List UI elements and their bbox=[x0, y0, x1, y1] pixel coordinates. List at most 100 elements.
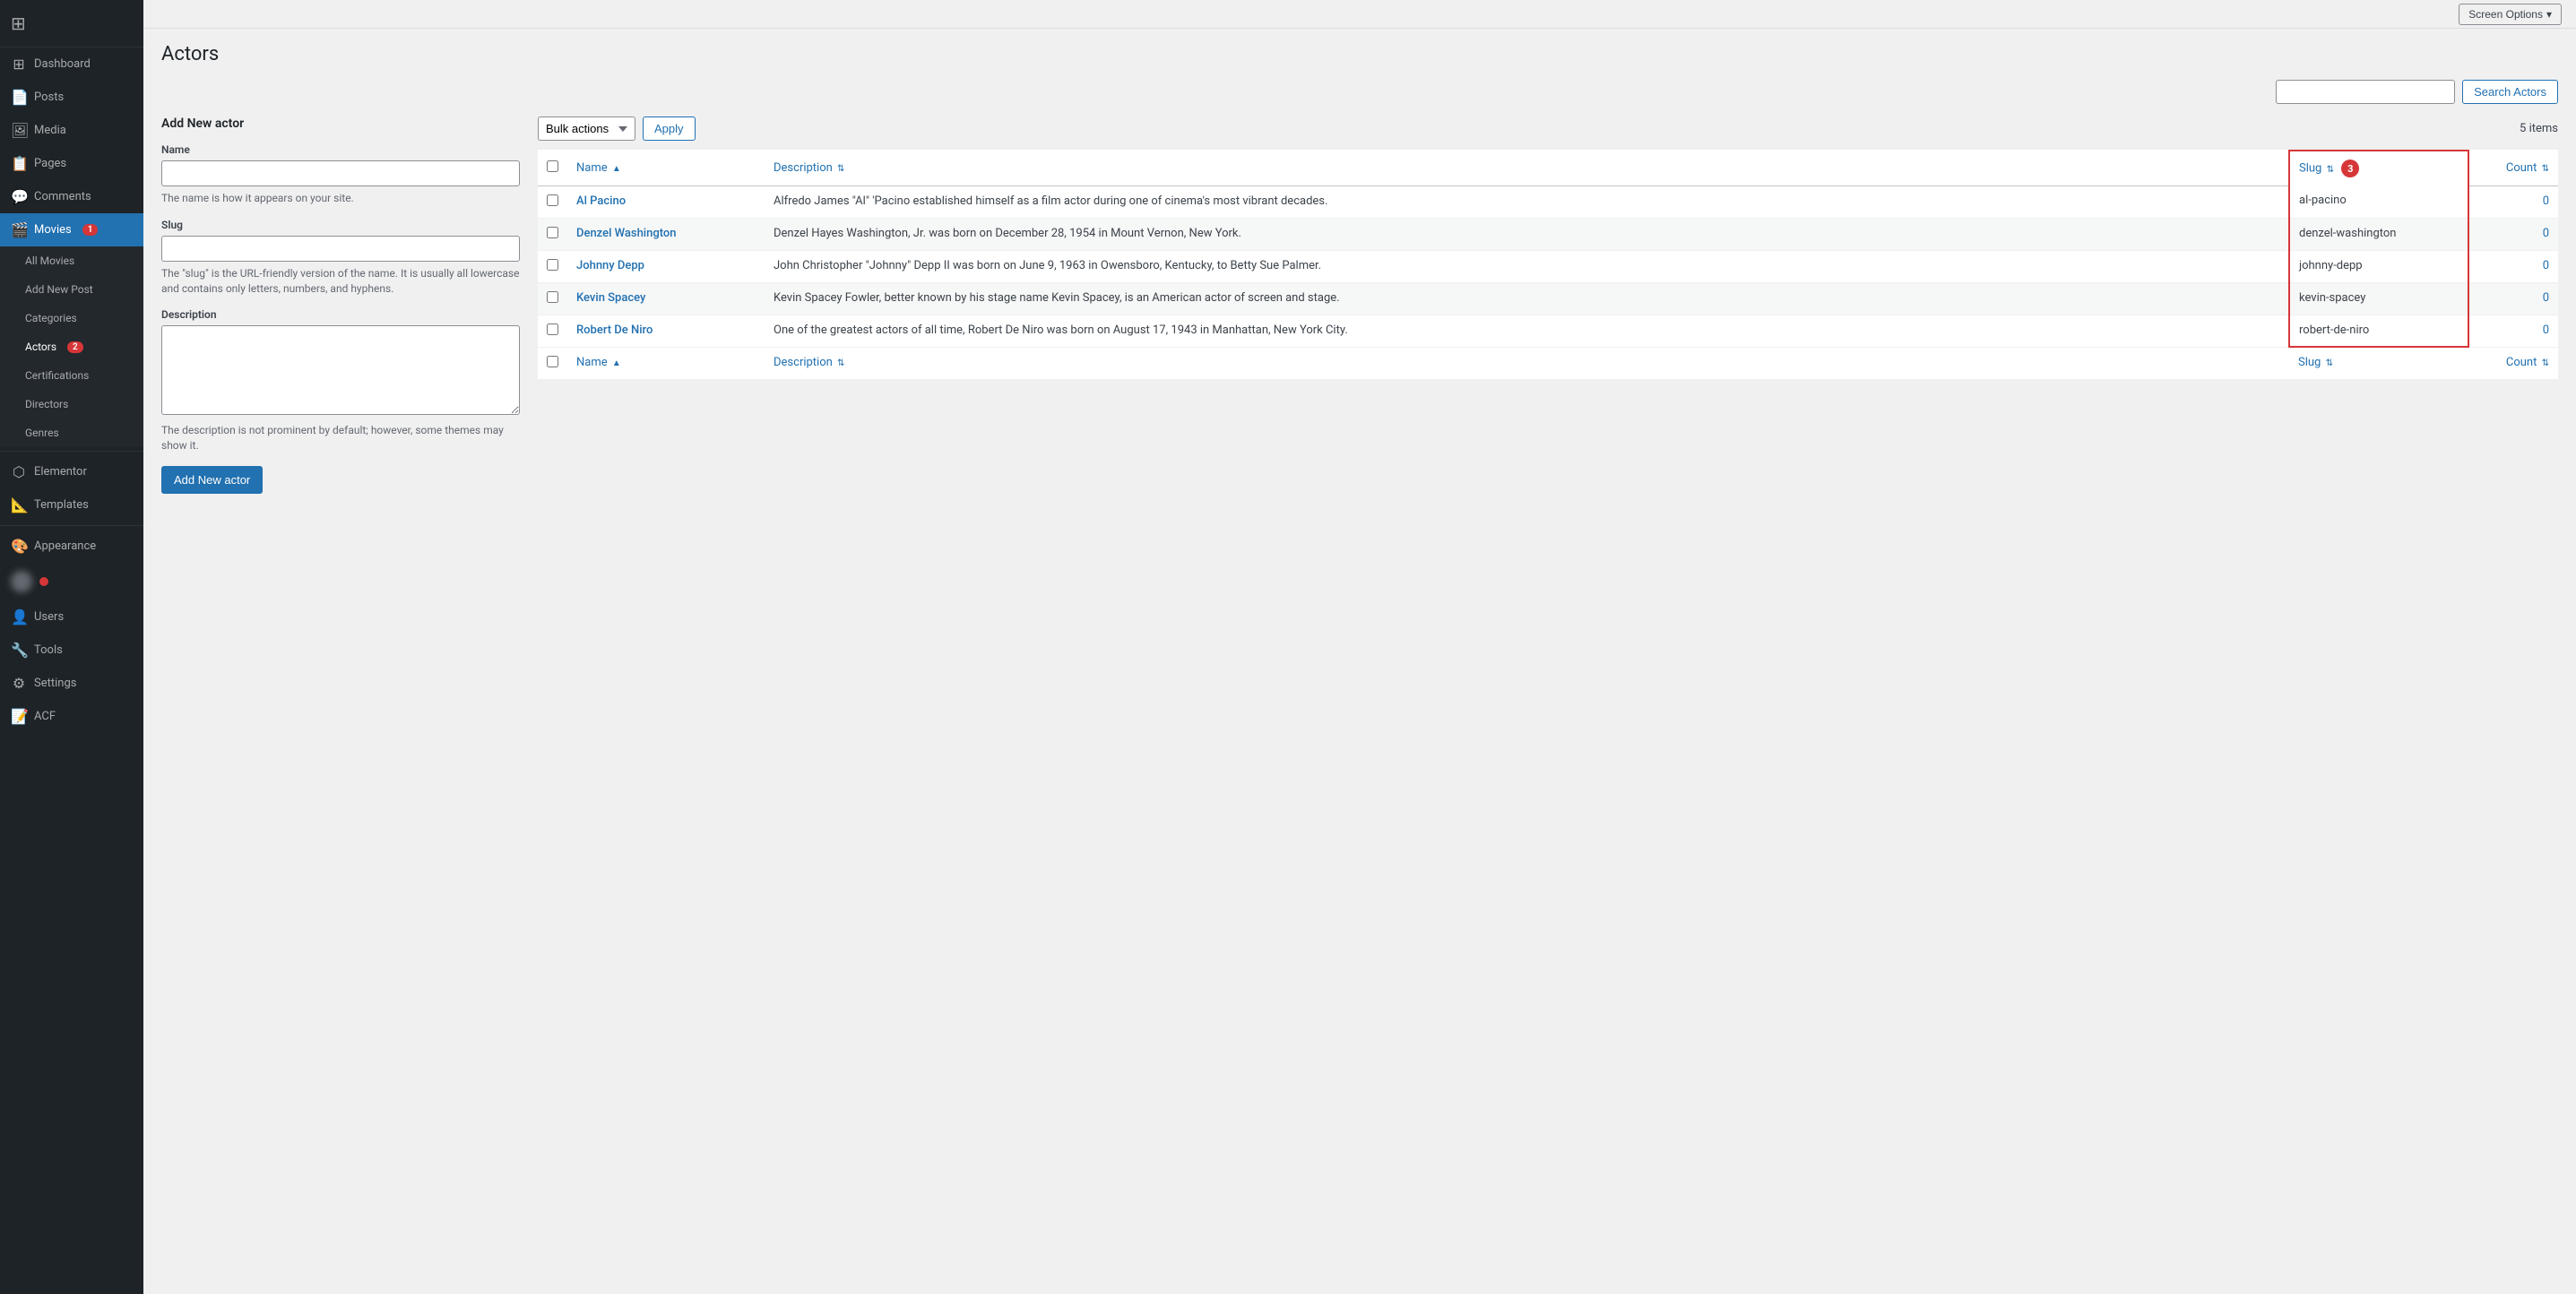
apply-button[interactable]: Apply bbox=[643, 116, 696, 141]
tfoot-desc-label: Description bbox=[774, 356, 833, 369]
sidebar-item-comments[interactable]: 💬 Comments bbox=[0, 180, 143, 213]
sidebar-item-certifications[interactable]: Certifications bbox=[0, 361, 143, 390]
actor-name-link[interactable]: Kevin Spacey bbox=[576, 291, 645, 305]
description-sort-icon: ⇅ bbox=[837, 164, 844, 174]
actor-name-link[interactable]: Al Pacino bbox=[576, 194, 626, 208]
search-actors-input[interactable] bbox=[2276, 80, 2455, 104]
tfoot-count-sort-icon: ⇅ bbox=[2542, 358, 2549, 368]
tfoot-desc-cell[interactable]: Description ⇅ bbox=[765, 347, 2289, 379]
sidebar-item-genres[interactable]: Genres bbox=[0, 418, 143, 447]
actor-name-link[interactable]: Johnny Depp bbox=[576, 259, 644, 272]
pages-icon: 📋 bbox=[11, 155, 27, 172]
description-label: Description bbox=[161, 308, 520, 321]
main-content: Screen Options ▾ Actors Search Actors Ad… bbox=[143, 0, 2576, 1294]
slug-input[interactable] bbox=[161, 236, 520, 262]
actor-count-link[interactable]: 0 bbox=[2543, 194, 2549, 208]
row-name-cell: Robert De Niro bbox=[567, 315, 765, 347]
tfoot-count-cell[interactable]: Count ⇅ bbox=[2468, 347, 2558, 379]
row-description-cell: John Christopher "Johnny" Depp II was bo… bbox=[765, 250, 2289, 282]
sidebar-item-settings[interactable]: ⚙ Settings bbox=[0, 667, 143, 700]
row-checkbox[interactable] bbox=[547, 227, 558, 238]
row-count-cell: 0 bbox=[2468, 185, 2558, 218]
sidebar-item-pages[interactable]: 📋 Pages bbox=[0, 147, 143, 180]
sidebar-item-label: Comments bbox=[34, 190, 91, 203]
sidebar-item-label: Settings bbox=[34, 677, 76, 690]
search-actors-button[interactable]: Search Actors bbox=[2462, 80, 2558, 104]
th-name[interactable]: Name ▲ bbox=[567, 151, 765, 185]
slug-hint: The "slug" is the URL-friendly version o… bbox=[161, 266, 520, 297]
sidebar-item-movies[interactable]: 🎬 Movies 1 bbox=[0, 213, 143, 246]
actors-label: Actors bbox=[25, 341, 56, 353]
row-slug-cell: kevin-spacey bbox=[2289, 282, 2468, 315]
row-checkbox[interactable] bbox=[547, 291, 558, 303]
actor-count-link[interactable]: 0 bbox=[2543, 291, 2549, 305]
row-checkbox[interactable] bbox=[547, 259, 558, 271]
add-new-post-label: Add New Post bbox=[25, 283, 93, 296]
col-slug-label: Slug bbox=[2299, 162, 2321, 176]
row-checkbox-cell bbox=[538, 218, 567, 250]
sidebar-item-tools[interactable]: 🔧 Tools bbox=[0, 634, 143, 667]
tfoot-select-all-checkbox[interactable] bbox=[547, 356, 558, 367]
row-checkbox[interactable] bbox=[547, 324, 558, 335]
actor-name-link[interactable]: Robert De Niro bbox=[576, 324, 653, 337]
sidebar-item-directors[interactable]: Directors bbox=[0, 390, 143, 418]
appearance-icon: 🎨 bbox=[11, 538, 27, 555]
select-all-checkbox[interactable] bbox=[547, 160, 558, 172]
tfoot-checkbox-cell bbox=[538, 347, 567, 379]
sidebar-item-label: Users bbox=[34, 610, 64, 624]
row-name-cell: Denzel Washington bbox=[567, 218, 765, 250]
row-name-cell: Al Pacino bbox=[567, 185, 765, 218]
row-checkbox[interactable] bbox=[547, 194, 558, 206]
th-count[interactable]: Count ⇅ bbox=[2468, 151, 2558, 185]
bulk-actions-select[interactable]: Bulk actions bbox=[538, 116, 635, 141]
sidebar: ⊞ ⊞ Dashboard 📄 Posts 🖼 Media 📋 Pages 💬 … bbox=[0, 0, 143, 1294]
tfoot-name-cell[interactable]: Name ▲ bbox=[567, 347, 765, 379]
table-footer-row: Name ▲ Description ⇅ Slug ⇅ bbox=[538, 347, 2558, 379]
sidebar-item-elementor[interactable]: ⬡ Elementor bbox=[0, 455, 143, 488]
screen-options-label: Screen Options bbox=[2468, 8, 2543, 21]
content-layout: Add New actor Name The name is how it ap… bbox=[161, 116, 2558, 494]
row-description-cell: Alfredo James "Al" 'Pacino established h… bbox=[765, 185, 2289, 218]
row-description-cell: Kevin Spacey Fowler, better known by his… bbox=[765, 282, 2289, 315]
page-content: Actors Search Actors Add New actor Name … bbox=[143, 29, 2576, 1294]
name-input[interactable] bbox=[161, 160, 520, 186]
form-panel: Add New actor Name The name is how it ap… bbox=[161, 116, 520, 494]
sidebar-item-dashboard[interactable]: ⊞ Dashboard bbox=[0, 47, 143, 81]
table-body: Al Pacino Alfredo James "Al" 'Pacino est… bbox=[538, 185, 2558, 347]
user-status-indicator bbox=[39, 577, 48, 586]
form-title: Add New actor bbox=[161, 116, 520, 131]
sidebar-item-media[interactable]: 🖼 Media bbox=[0, 114, 143, 147]
comments-icon: 💬 bbox=[11, 188, 27, 205]
actor-count-link[interactable]: 0 bbox=[2543, 227, 2549, 240]
sidebar-item-label: Dashboard bbox=[34, 57, 91, 71]
th-slug[interactable]: Slug ⇅ 3 bbox=[2289, 151, 2468, 185]
sidebar-item-categories[interactable]: Categories bbox=[0, 304, 143, 332]
col-name-label: Name bbox=[576, 161, 608, 175]
th-description[interactable]: Description ⇅ bbox=[765, 151, 2289, 185]
sidebar-item-label: Appearance bbox=[34, 539, 96, 553]
actor-name-link[interactable]: Denzel Washington bbox=[576, 227, 677, 240]
tools-icon: 🔧 bbox=[11, 642, 27, 659]
media-icon: 🖼 bbox=[11, 122, 27, 139]
divider-2 bbox=[0, 525, 143, 526]
sidebar-item-actors[interactable]: Actors 2 bbox=[0, 332, 143, 361]
sidebar-item-appearance[interactable]: 🎨 Appearance bbox=[0, 530, 143, 563]
description-textarea[interactable] bbox=[161, 325, 520, 415]
sidebar-item-label: ACF bbox=[34, 710, 56, 723]
search-area: Search Actors bbox=[161, 80, 2558, 104]
actor-count-link[interactable]: 0 bbox=[2543, 324, 2549, 337]
screen-options-button[interactable]: Screen Options ▾ bbox=[2459, 4, 2562, 25]
sidebar-item-templates[interactable]: 📐 Templates bbox=[0, 488, 143, 522]
sidebar-item-posts[interactable]: 📄 Posts bbox=[0, 81, 143, 114]
row-checkbox-cell bbox=[538, 250, 567, 282]
sidebar-item-add-new-post[interactable]: Add New Post bbox=[0, 275, 143, 304]
row-checkbox-cell bbox=[538, 315, 567, 347]
actors-badge: 2 bbox=[67, 341, 83, 353]
add-new-actor-button[interactable]: Add New actor bbox=[161, 466, 263, 494]
actor-count-link[interactable]: 0 bbox=[2543, 259, 2549, 272]
tfoot-slug-cell[interactable]: Slug ⇅ bbox=[2289, 347, 2468, 379]
sidebar-item-acf[interactable]: 📝 ACF bbox=[0, 700, 143, 733]
sidebar-item-all-movies[interactable]: All Movies bbox=[0, 246, 143, 275]
sidebar-item-users[interactable]: 👤 Users bbox=[0, 600, 143, 634]
row-slug-cell: denzel-washington bbox=[2289, 218, 2468, 250]
